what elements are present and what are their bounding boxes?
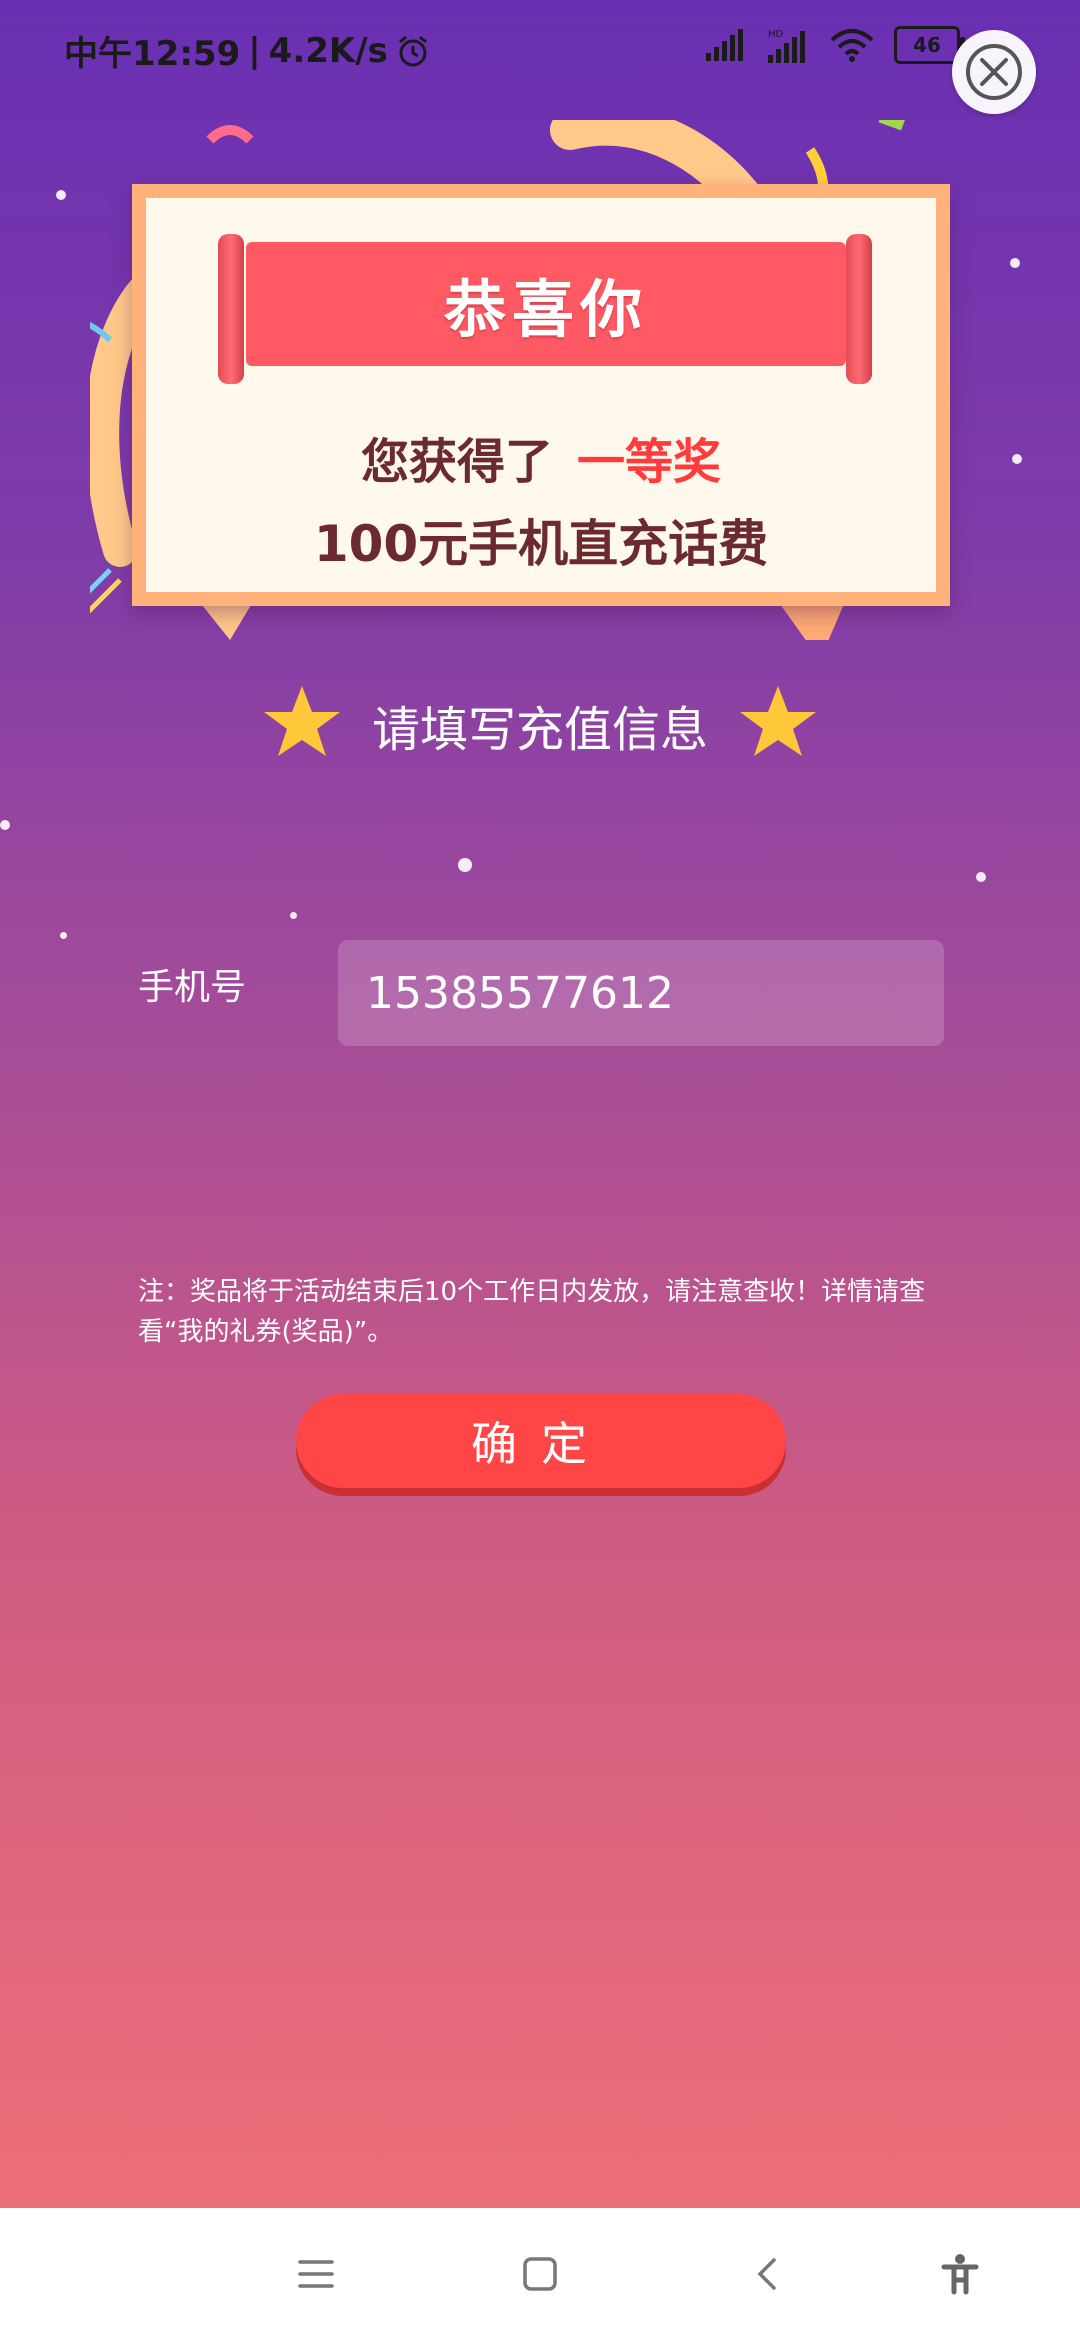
sparkle-dot — [56, 190, 66, 200]
status-separator: | — [248, 30, 261, 71]
status-left: 中午12:59 | 4.2K/s — [64, 26, 430, 75]
prize-description: 100元手机直充话费 — [313, 515, 769, 573]
won-line: 您获得了 一等奖 — [146, 422, 936, 492]
status-right: HD 46 — [704, 26, 965, 64]
alarm-icon — [398, 35, 427, 66]
sparkle-dot — [458, 858, 472, 872]
system-nav-bar — [0, 2208, 1080, 2340]
congrats-title: 恭喜你 — [443, 273, 648, 346]
back-chevron-icon — [757, 2258, 776, 2290]
home-square-icon — [523, 2257, 557, 2291]
network-speed: 4.2K/s — [268, 30, 388, 71]
sparkle-dot — [60, 932, 67, 939]
accessibility-icon — [941, 2254, 979, 2295]
status-time: 中午12:59 — [64, 34, 241, 74]
prize-level: 一等奖 — [577, 434, 722, 490]
won-prefix: 您获得了 — [360, 434, 553, 490]
sparkle-dot — [290, 912, 297, 919]
star-icon — [740, 686, 816, 756]
sparkle-dot — [1010, 258, 1020, 268]
scroll-banner: 恭喜你 — [246, 242, 846, 366]
scroll-roll-left — [218, 234, 244, 384]
scroll-roll-right — [846, 234, 872, 384]
accessibility-button[interactable] — [930, 2244, 990, 2304]
confirm-button[interactable]: 确定 — [296, 1394, 786, 1488]
close-button[interactable] — [952, 30, 1036, 114]
back-button[interactable] — [738, 2244, 798, 2304]
prize-note: 注：奖品将于活动结束后10个工作日内发放，请注意查收！详情请查看“我的礼券(奖品… — [138, 1277, 926, 1347]
phone-input[interactable] — [338, 940, 944, 1046]
battery-icon: 46 — [894, 26, 965, 64]
close-circle-icon — [966, 44, 1022, 100]
svg-text:HD: HD — [768, 29, 784, 40]
menu-button[interactable] — [286, 2244, 346, 2304]
fill-info-heading: 请填写充值信息 — [371, 702, 708, 758]
menu-icon — [298, 2260, 334, 2288]
prize-card: 恭喜你 您获得了 一等奖 100元手机直充话费 — [132, 184, 950, 606]
signal-icon — [706, 29, 743, 61]
status-bar: 中午12:59 | 4.2K/s HD 46 — [0, 0, 1080, 100]
lottery-result-screen: 中午12:59 | 4.2K/s HD 46 恭喜你 您获得了 一等奖 100元… — [0, 0, 1080, 2208]
sparkle-dot — [976, 872, 986, 882]
sparkle-dot — [1012, 454, 1022, 464]
wifi-icon — [830, 29, 874, 62]
phone-label: 手机号 — [138, 967, 247, 1008]
sparkle-dot — [0, 820, 10, 830]
home-button[interactable] — [510, 2244, 570, 2304]
hd-signal-icon: HD — [768, 29, 805, 63]
